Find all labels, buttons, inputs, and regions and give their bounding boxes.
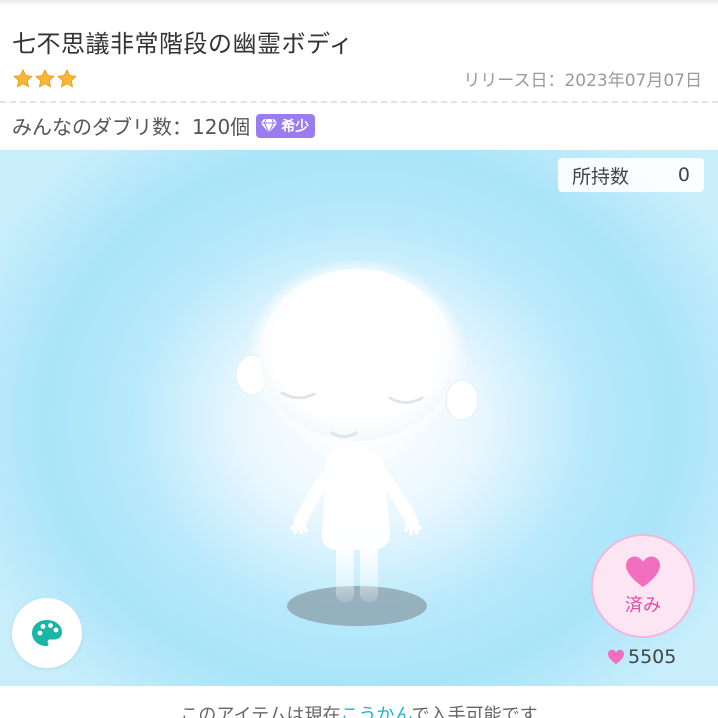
divider	[0, 101, 718, 103]
duplicate-count-label: みんなのダブリ数：120個	[12, 115, 251, 139]
owned-count-value: 0	[677, 164, 690, 186]
like-count-value: 5505	[628, 646, 677, 668]
palette-button[interactable]	[12, 598, 82, 668]
small-heart-icon	[608, 649, 624, 665]
star-icon	[35, 68, 55, 88]
availability-suffix: で入手可能です	[411, 705, 538, 718]
ghost-body-preview	[235, 263, 479, 626]
availability-note: このアイテムは現在こうかんで入手可能です	[0, 701, 718, 718]
duplicate-count-row: みんなのダブリ数：120個 希少	[12, 111, 316, 140]
item-info-card: 七不思議非常階段の幽霊ボディ リリース日：2023年07月07日 みんなのダブリ…	[0, 0, 718, 150]
owned-count-label: 所持数	[572, 165, 630, 188]
rarity-badge: 希少	[256, 113, 316, 138]
item-preview-stage: 所持数 0 済み 5505	[0, 150, 718, 686]
like-button[interactable]: 済み	[591, 534, 695, 638]
rarity-stars	[12, 68, 78, 90]
item-title: 七不思議非常階段の幽霊ボディ	[12, 30, 354, 58]
top-strip	[0, 0, 718, 6]
palette-icon	[32, 620, 62, 646]
exchange-link[interactable]: こうかん	[341, 705, 412, 718]
release-date: リリース日：2023年07月07日	[463, 71, 702, 91]
like-count: 5505	[607, 646, 676, 668]
rarity-badge-label: 希少	[281, 118, 310, 135]
star-icon	[13, 68, 33, 88]
availability-prefix: このアイテムは現在	[180, 705, 341, 718]
owned-count: 所持数 0	[558, 158, 704, 192]
like-button-label: 済み	[625, 595, 661, 616]
star-icon	[57, 68, 77, 88]
heart-icon	[626, 556, 660, 587]
diamond-icon	[260, 118, 278, 133]
